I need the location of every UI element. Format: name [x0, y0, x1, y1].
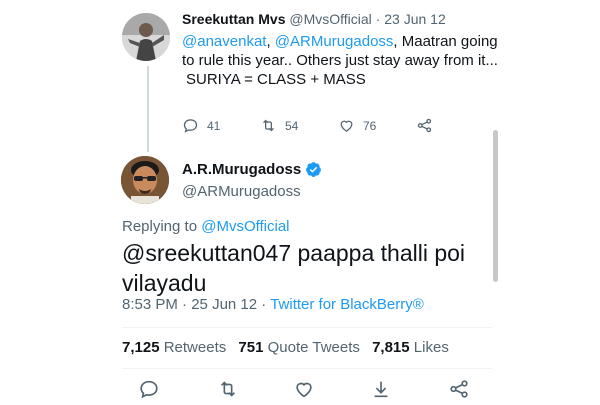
- reply-button[interactable]: [138, 378, 160, 400]
- scrollbar[interactable]: [493, 130, 498, 282]
- like-icon: [296, 382, 312, 398]
- user-handle[interactable]: @ARMurugadoss: [182, 183, 301, 200]
- share-icon: [417, 118, 432, 133]
- share-icon: [450, 380, 468, 398]
- tweet-text: @sreekuttan047 paappa thalli poi vilayad…: [122, 240, 466, 296]
- replying-prefix: Replying to: [122, 218, 198, 235]
- reply-count: 41: [207, 118, 221, 133]
- retweets-stat[interactable]: 7,125 Retweets: [122, 339, 226, 356]
- replying-to-link[interactable]: @MvsOfficial: [201, 218, 289, 235]
- bookmark-button[interactable]: [370, 378, 392, 400]
- tweet-stats: 7,125 Retweets 751 Quote Tweets 7,815 Li…: [122, 339, 449, 356]
- divider: [122, 327, 492, 328]
- retweet-button[interactable]: [217, 378, 239, 400]
- replying-to: Replying to @MvsOfficial: [122, 218, 290, 235]
- quotes-count: 751: [238, 339, 264, 356]
- text-line: SURIYA = CLASS + MASS: [186, 71, 366, 88]
- share-button[interactable]: [448, 378, 470, 400]
- retweet-button[interactable]: 54: [260, 117, 298, 134]
- like-icon: [340, 120, 353, 132]
- tweet-actions: [122, 378, 492, 400]
- likes-count: 7,815: [372, 339, 410, 356]
- separator-dot: ·: [375, 11, 381, 27]
- quotes-stat[interactable]: 751 Quote Tweets: [238, 339, 359, 356]
- display-name[interactable]: Sreekuttan Mvs: [182, 11, 285, 27]
- user-handle[interactable]: @MvsOfficial: [289, 11, 371, 27]
- retweet-icon: [263, 119, 274, 132]
- tweet-text: @anavenkat, @ARMurugadoss, Maatran going…: [182, 32, 502, 89]
- quotes-label: Quote Tweets: [267, 339, 360, 356]
- like-count: 76: [363, 118, 377, 133]
- retweet-count: 54: [285, 118, 299, 133]
- tweet-time[interactable]: 8:53 PM: [122, 296, 178, 313]
- like-button[interactable]: [293, 378, 315, 400]
- thread-connector: [147, 66, 149, 152]
- download-arrow-icon: [374, 381, 388, 398]
- reply-button[interactable]: 41: [182, 117, 220, 134]
- tweet-date[interactable]: 25 Jun 12: [191, 296, 257, 313]
- tweet-meta: 8:53 PM · 25 Jun 12 · Twitter for BlackB…: [122, 296, 424, 313]
- display-name-row: A.R.Murugadoss: [182, 161, 322, 178]
- display-name[interactable]: A.R.Murugadoss: [182, 161, 301, 178]
- likes-label: Likes: [413, 339, 449, 356]
- avatar[interactable]: [122, 13, 170, 61]
- like-button[interactable]: 76: [338, 117, 376, 134]
- tweet-actions: 41 54 76: [182, 117, 482, 137]
- reply-icon: [183, 119, 198, 133]
- divider: [122, 368, 492, 369]
- mention-link[interactable]: @anavenkat: [182, 33, 266, 50]
- tweet-source-link[interactable]: Twitter for BlackBerry®: [270, 296, 424, 313]
- avatar[interactable]: [121, 156, 169, 204]
- reply-icon: [140, 380, 158, 399]
- text-fragment: ,: [266, 33, 271, 50]
- separator-dot: ·: [261, 296, 267, 313]
- retweets-count: 7,125: [122, 339, 160, 356]
- likes-stat[interactable]: 7,815 Likes: [372, 339, 449, 356]
- tweet-date[interactable]: 23 Jun 12: [384, 11, 446, 27]
- separator-dot: ·: [182, 296, 188, 313]
- retweet-icon: [220, 381, 236, 397]
- tweet-header: Sreekuttan Mvs @MvsOfficial · 23 Jun 12: [182, 11, 446, 27]
- verified-badge-icon: [306, 162, 322, 177]
- retweets-label: Retweets: [163, 339, 227, 356]
- mention-link[interactable]: @ARMurugadoss: [275, 33, 394, 50]
- share-button[interactable]: [416, 117, 441, 134]
